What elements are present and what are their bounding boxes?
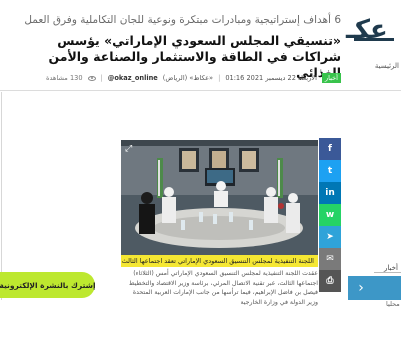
header-divider	[0, 90, 401, 91]
meeting-photo-illustration	[121, 140, 318, 255]
expand-icon[interactable]: ⤢	[125, 144, 132, 154]
email-share-button[interactable]: ✉	[319, 248, 341, 270]
sidebar-news-label[interactable]: أخبار	[384, 264, 398, 272]
whatsapp-icon: w	[325, 210, 335, 220]
article-meta: أخبار الأربعاء 22 ديسمبر 2021 01:16 | «ع…	[11, 72, 341, 84]
print-button[interactable]: ⎙	[319, 270, 341, 292]
sidebar-divider	[374, 272, 401, 273]
print-icon: ⎙	[326, 276, 334, 286]
facebook-share-button[interactable]: f	[319, 138, 341, 160]
meta-separator: |	[100, 74, 103, 82]
newsletter-subscribe-button[interactable]: إشترك بالنشرة الإلكترونية	[0, 272, 96, 298]
facebook-icon: f	[328, 144, 332, 154]
email-icon: ✉	[326, 254, 334, 264]
view-count: 130 مشاهدة	[46, 74, 83, 82]
telegram-icon: ➤	[326, 232, 334, 242]
linkedin-share-button[interactable]: in	[319, 182, 341, 204]
logo-underline	[354, 38, 394, 41]
linkedin-icon: in	[325, 188, 335, 198]
telegram-share-button[interactable]: ➤	[319, 226, 341, 248]
article-body: عقدت اللجنة التنفيذية لمجلس التنسيق السع…	[128, 270, 318, 306]
article-date: الأربعاء 22 ديسمبر 2021 01:16	[225, 74, 317, 82]
chevron-right-icon[interactable]: ›	[352, 278, 370, 298]
sidebar-local-label[interactable]: محليا	[386, 300, 400, 308]
article-author[interactable]: okaz_online@	[108, 74, 158, 82]
eye-icon	[87, 75, 96, 81]
meta-separator: |	[218, 74, 221, 82]
whatsapp-share-button[interactable]: w	[319, 204, 341, 226]
share-bar: f t in w ➤ ✉ ⎙	[319, 138, 341, 292]
article-kicker: 6 أهداف إستراتيجية ومبادرات مبتكرة ونوعي…	[24, 14, 341, 26]
twitter-share-button[interactable]: t	[319, 160, 341, 182]
article-source: «عكاظ» (الرياض)	[162, 74, 214, 82]
nav-home-link[interactable]: الرئيسية	[375, 62, 399, 70]
twitter-icon: t	[327, 166, 333, 176]
article-photo[interactable]: ⤢	[121, 140, 318, 255]
category-tag[interactable]: أخبار	[321, 73, 341, 83]
photo-caption: اللجنة التنفيذية لمجلس التنسيق السعودي ا…	[121, 255, 318, 267]
